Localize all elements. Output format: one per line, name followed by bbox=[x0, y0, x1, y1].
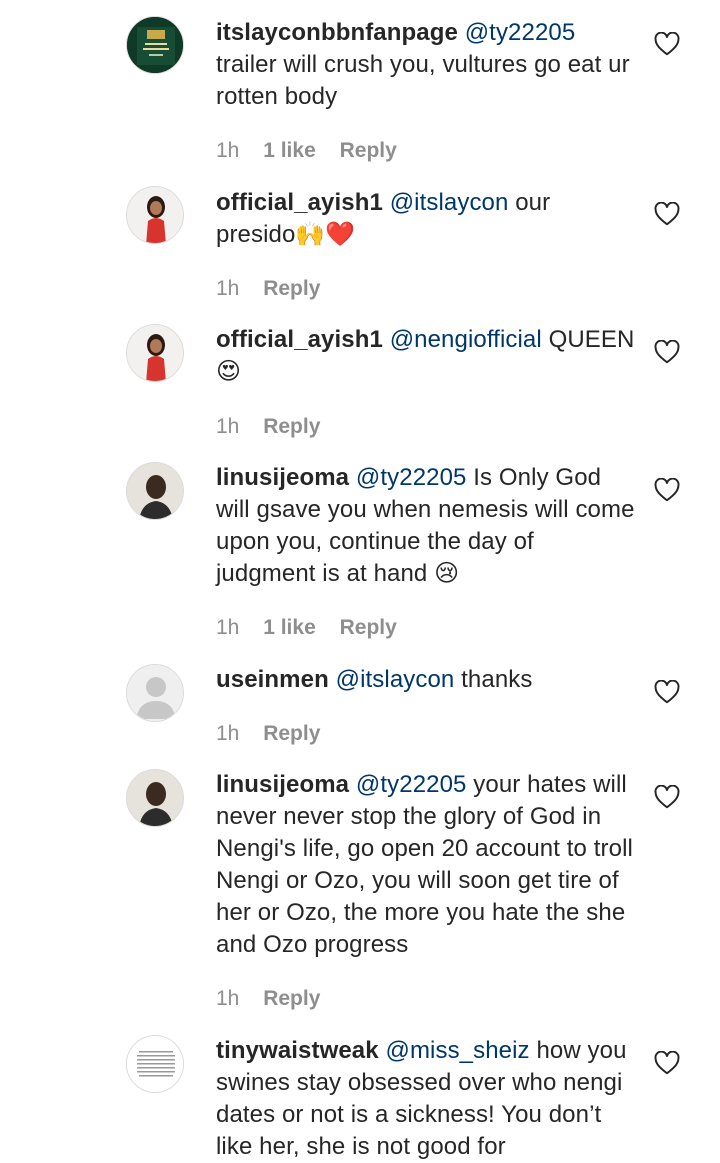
heart-icon[interactable] bbox=[654, 478, 680, 502]
username-link[interactable]: itslayconbbnfanpage bbox=[216, 19, 458, 46]
mention-link[interactable]: @itslaycon bbox=[390, 189, 509, 216]
woman-portrait-image bbox=[127, 463, 183, 519]
username-link[interactable]: official_ayish1 bbox=[216, 189, 383, 216]
avatar[interactable] bbox=[126, 186, 184, 244]
reply-button[interactable]: Reply bbox=[263, 987, 320, 1010]
comment-time: 1h bbox=[216, 415, 240, 438]
mention-link[interactable]: @ty22205 bbox=[465, 19, 576, 46]
comment-body: tinywaistweak @miss_sheiz how you swines… bbox=[216, 1035, 636, 1163]
comment-meta: 1h Reply bbox=[216, 413, 338, 441]
username-link[interactable]: linusijeoma bbox=[216, 771, 349, 798]
comment-text: trailer will crush you, vultures go eat … bbox=[216, 51, 630, 110]
likes-count[interactable]: 1 like bbox=[263, 616, 316, 639]
mention-link[interactable]: @ty22205 bbox=[356, 771, 467, 798]
comment-body: linusijeoma @ty22205 Is Only God will gs… bbox=[216, 462, 636, 590]
woman-portrait-image bbox=[127, 187, 183, 243]
mention-link[interactable]: @ty22205 bbox=[356, 464, 467, 491]
comment-time: 1h bbox=[216, 987, 240, 1010]
comment-meta: 1h Reply bbox=[216, 720, 338, 748]
comment-body: official_ayish1 @itslaycon our presido🙌❤… bbox=[216, 187, 636, 251]
reply-button[interactable]: Reply bbox=[340, 616, 397, 639]
comment-meta: 1h Reply bbox=[216, 985, 338, 1013]
comment-meta: 1h 1 like Reply bbox=[216, 137, 415, 165]
woman-portrait-image bbox=[127, 770, 183, 826]
comment-meta: 1h 1 like Reply bbox=[216, 614, 415, 642]
woman-portrait-image bbox=[127, 325, 183, 381]
username-link[interactable]: linusijeoma bbox=[216, 464, 349, 491]
comment-meta: 1h Reply bbox=[216, 275, 338, 303]
comment-body: itslayconbbnfanpage @ty22205 trailer wil… bbox=[216, 17, 636, 113]
heart-icon[interactable] bbox=[654, 340, 680, 364]
comment-body: official_ayish1 @nengiofficial QUEEN😍 bbox=[216, 324, 636, 388]
comment-time: 1h bbox=[216, 139, 240, 162]
mention-link[interactable]: @itslaycon bbox=[336, 666, 455, 693]
heart-icon[interactable] bbox=[654, 680, 680, 704]
comment-body: useinmen @itslaycon thanks bbox=[216, 664, 636, 696]
comment-text: your hates will never never stop the glo… bbox=[216, 771, 633, 958]
heart-icon[interactable] bbox=[654, 1051, 680, 1075]
avatar[interactable] bbox=[126, 462, 184, 520]
heart-icon[interactable] bbox=[654, 785, 680, 809]
poster-image bbox=[127, 17, 183, 73]
reply-button[interactable]: Reply bbox=[263, 415, 320, 438]
reply-button[interactable]: Reply bbox=[263, 722, 320, 745]
comment-time: 1h bbox=[216, 722, 240, 745]
comment-time: 1h bbox=[216, 277, 240, 300]
username-link[interactable]: tinywaistweak bbox=[216, 1037, 379, 1064]
default-user-icon bbox=[127, 665, 183, 721]
comment-text: thanks bbox=[461, 666, 533, 693]
comment-body: linusijeoma @ty22205 your hates will nev… bbox=[216, 769, 636, 961]
avatar[interactable] bbox=[126, 664, 184, 722]
reply-button[interactable]: Reply bbox=[263, 277, 320, 300]
reply-button[interactable]: Reply bbox=[340, 139, 397, 162]
avatar[interactable] bbox=[126, 1035, 184, 1093]
text-note-image bbox=[127, 1036, 183, 1092]
avatar[interactable] bbox=[126, 16, 184, 74]
comment-time: 1h bbox=[216, 616, 240, 639]
username-link[interactable]: official_ayish1 bbox=[216, 326, 383, 353]
avatar[interactable] bbox=[126, 769, 184, 827]
username-link[interactable]: useinmen bbox=[216, 666, 329, 693]
avatar[interactable] bbox=[126, 324, 184, 382]
likes-count[interactable]: 1 like bbox=[263, 139, 316, 162]
heart-icon[interactable] bbox=[654, 32, 680, 56]
heart-icon[interactable] bbox=[654, 202, 680, 226]
mention-link[interactable]: @miss_sheiz bbox=[385, 1037, 529, 1064]
mention-link[interactable]: @nengiofficial bbox=[390, 326, 542, 353]
